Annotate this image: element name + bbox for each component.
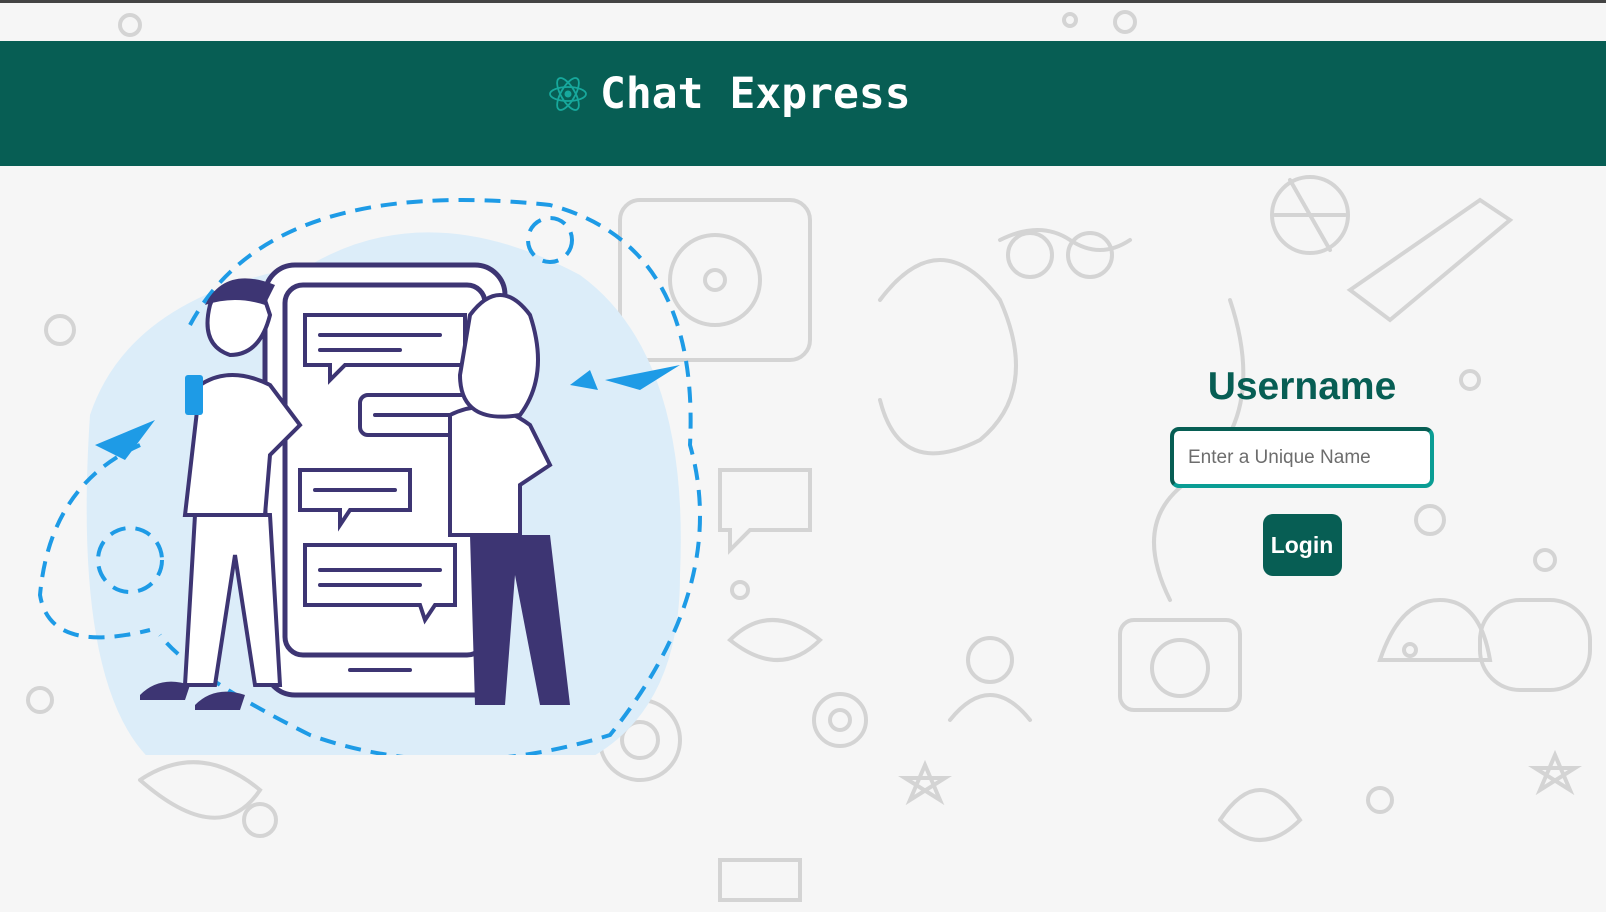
login-button[interactable]: Login xyxy=(1262,514,1342,576)
chat-illustration xyxy=(37,198,702,755)
username-input[interactable] xyxy=(1170,427,1434,488)
app-title: Chat Express xyxy=(600,69,911,119)
app-header: Chat Express xyxy=(0,41,1606,166)
login-form: Username Login xyxy=(1170,365,1434,576)
brand: Chat Express xyxy=(548,69,911,119)
react-atom-icon xyxy=(549,77,587,111)
username-label: Username xyxy=(1207,365,1397,408)
